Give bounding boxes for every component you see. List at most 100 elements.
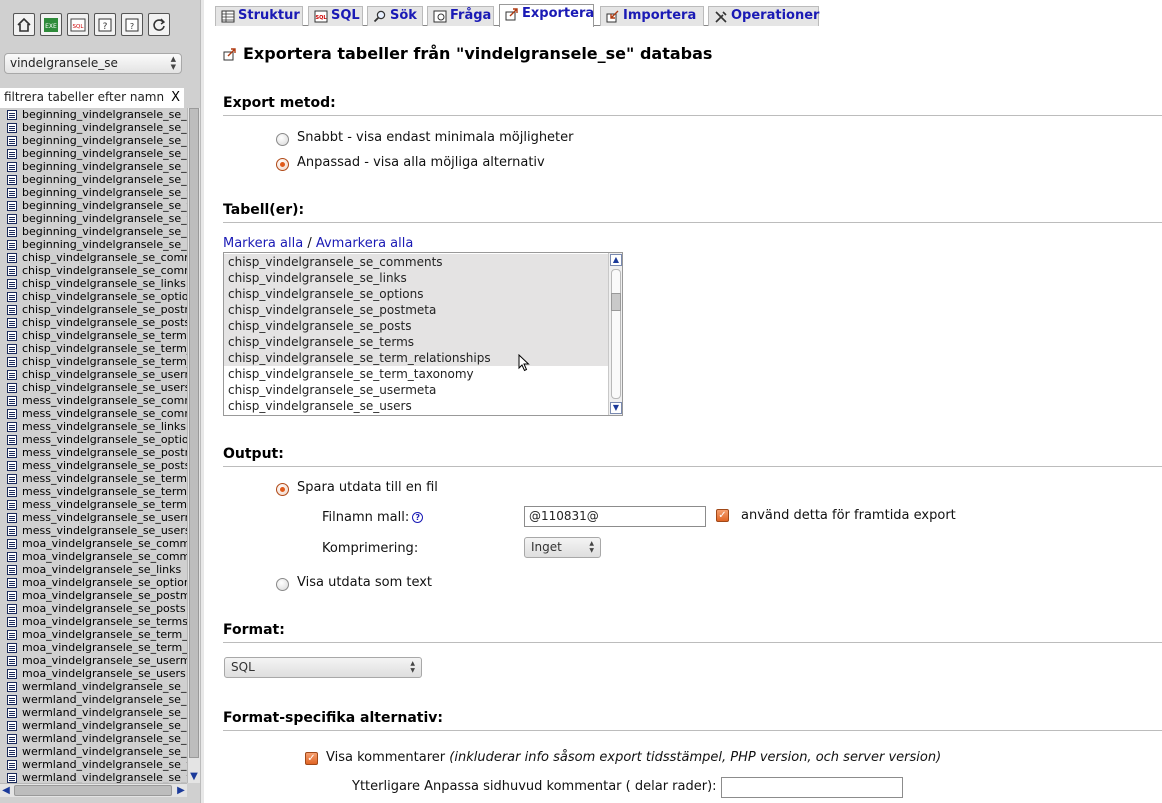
table-name[interactable]: mess_vindelgransele_se_posts	[22, 459, 187, 472]
table-icon[interactable]	[7, 747, 17, 757]
tables-multiselect-scrollbar[interactable]: ▲ ▼	[608, 253, 622, 415]
table-icon[interactable]	[7, 357, 17, 367]
help-icon[interactable]: ?	[121, 13, 143, 36]
filter-clear-button[interactable]: X	[171, 90, 180, 105]
filename-template-input[interactable]: @110831@	[524, 506, 706, 527]
tab-operationer[interactable]: Operationer	[708, 6, 819, 26]
table-name[interactable]: wermland_vindelgransele_se_commentmeta	[22, 680, 187, 693]
table-name[interactable]: mess_vindelgransele_se_term_relationship…	[22, 485, 187, 498]
scrollbar-track[interactable]	[611, 269, 621, 399]
table-name[interactable]: wermland_vindelgransele_se_options	[22, 719, 187, 732]
table-icon[interactable]	[7, 539, 17, 549]
table-icon[interactable]	[7, 110, 17, 120]
table-list-item[interactable]: chisp_vindelgransele_se_options	[0, 290, 187, 303]
table-filter-input[interactable]: filtrera tabeller efter namn X	[0, 88, 184, 108]
table-icon[interactable]	[7, 344, 17, 354]
table-name[interactable]: wermland_vindelgransele_se_links	[22, 706, 187, 719]
table-option[interactable]: chisp_vindelgransele_se_posts	[224, 318, 609, 334]
table-icon[interactable]	[7, 773, 17, 783]
tab-sql[interactable]: SQL SQL	[308, 6, 363, 26]
table-name[interactable]: moa_vindelgransele_se_links	[22, 563, 181, 576]
table-list-item[interactable]: mess_vindelgransele_se_links	[0, 420, 187, 433]
export-quick-label[interactable]: Snabbt - visa endast minimala möjlighete…	[297, 130, 574, 145]
scrollbar-thumb[interactable]	[189, 108, 199, 758]
table-list-item[interactable]: moa_vindelgransele_se_term_relationships	[0, 628, 187, 641]
table-option[interactable]: chisp_vindelgransele_se_terms	[224, 334, 609, 350]
table-name[interactable]: mess_vindelgransele_se_links	[22, 420, 186, 433]
table-list-item[interactable]: chisp_vindelgransele_se_comments	[0, 264, 187, 277]
table-list-item[interactable]: beginning_vindelgransele_se_usermeta	[0, 225, 187, 238]
table-name[interactable]: mess_vindelgransele_se_users	[22, 524, 187, 537]
table-name[interactable]: beginning_vindelgransele_se_commentmeta	[22, 108, 187, 121]
table-name[interactable]: moa_vindelgransele_se_comments	[22, 550, 187, 563]
output-save-file-radio[interactable]	[276, 483, 289, 496]
table-name[interactable]: moa_vindelgransele_se_term_relationships	[22, 628, 187, 641]
table-list-item[interactable]: moa_vindelgransele_se_usermeta	[0, 654, 187, 667]
table-icon[interactable]	[7, 279, 17, 289]
export-custom-label[interactable]: Anpassad - visa alla möjliga alternativ	[297, 155, 545, 170]
table-icon[interactable]	[7, 695, 17, 705]
table-icon[interactable]	[7, 383, 17, 393]
table-icon[interactable]	[7, 370, 17, 380]
table-list-item[interactable]: chisp_vindelgransele_se_commentmeta	[0, 251, 187, 264]
home-icon[interactable]	[13, 13, 35, 36]
export-custom-radio[interactable]	[276, 158, 289, 171]
table-icon[interactable]	[7, 487, 17, 497]
compression-select[interactable]: Inget ▲ ▼	[524, 537, 601, 558]
table-icon[interactable]	[7, 123, 17, 133]
table-name[interactable]: moa_vindelgransele_se_terms	[22, 615, 187, 628]
table-name[interactable]: moa_vindelgransele_se_usermeta	[22, 654, 187, 667]
table-name[interactable]: beginning_vindelgransele_se_term_relatio…	[22, 199, 187, 212]
table-icon[interactable]	[7, 240, 17, 250]
frame-divider[interactable]	[200, 0, 204, 803]
table-icon[interactable]	[7, 409, 17, 419]
docs-icon[interactable]: ?	[94, 13, 116, 36]
table-name[interactable]: moa_vindelgransele_se_users	[22, 667, 186, 680]
table-name[interactable]: chisp_vindelgransele_se_users	[22, 381, 187, 394]
table-icon[interactable]	[7, 305, 17, 315]
table-name[interactable]: mess_vindelgransele_se_usermeta	[22, 511, 187, 524]
table-list-item[interactable]: moa_vindelgransele_se_options	[0, 576, 187, 589]
tab-struktur[interactable]: Struktur	[215, 6, 303, 26]
table-icon[interactable]	[7, 474, 17, 484]
table-list-item[interactable]: mess_vindelgransele_se_commentmeta	[0, 394, 187, 407]
table-icon[interactable]	[7, 422, 17, 432]
table-icon[interactable]	[7, 552, 17, 562]
scroll-right-arrow-icon[interactable]: ▶	[175, 784, 187, 797]
output-save-file-label[interactable]: Spara utdata till en fil	[297, 480, 438, 495]
table-icon[interactable]	[7, 318, 17, 328]
table-list-item[interactable]: chisp_vindelgransele_se_links	[0, 277, 187, 290]
table-name[interactable]: moa_vindelgransele_se_commentmeta	[22, 537, 187, 550]
show-comments-checkbox[interactable]: ✓	[305, 752, 318, 765]
table-list-item[interactable]: beginning_vindelgransele_se_terms	[0, 186, 187, 199]
table-name[interactable]: wermland_vindelgransele_se_postmeta	[22, 732, 187, 745]
table-list-item[interactable]: moa_vindelgransele_se_users	[0, 667, 187, 680]
select-all-link[interactable]: Markera alla	[223, 236, 303, 251]
table-list-item[interactable]: mess_vindelgransele_se_terms	[0, 472, 187, 485]
table-icon[interactable]	[7, 656, 17, 666]
table-name[interactable]: chisp_vindelgransele_se_usermeta	[22, 368, 187, 381]
table-list-item[interactable]: beginning_vindelgransele_se_posts	[0, 173, 187, 186]
table-name[interactable]: chisp_vindelgransele_se_posts	[22, 316, 187, 329]
table-list-horizontal-scrollbar[interactable]: ◀ ▶	[0, 783, 187, 797]
table-icon[interactable]	[7, 565, 17, 575]
table-list-item[interactable]: mess_vindelgransele_se_usermeta	[0, 511, 187, 524]
table-list-item[interactable]: wermland_vindelgransele_se_commentmeta	[0, 680, 187, 693]
table-name[interactable]: chisp_vindelgransele_se_options	[22, 290, 187, 303]
table-icon[interactable]	[7, 708, 17, 718]
table-option[interactable]: chisp_vindelgransele_se_users	[224, 398, 609, 414]
tab-exportera[interactable]: Exportera	[499, 4, 594, 27]
show-comments-label[interactable]: Visa kommentarer (inkluderar info såsom …	[326, 750, 941, 765]
table-list-item[interactable]: wermland_vindelgransele_se_options	[0, 719, 187, 732]
table-name[interactable]: wermland_vindelgransele_se_terms	[22, 758, 187, 771]
table-icon[interactable]	[7, 578, 17, 588]
table-name[interactable]: moa_vindelgransele_se_term_taxonomy	[22, 641, 187, 654]
table-list-item[interactable]: wermland_vindelgransele_se_term_relation…	[0, 771, 187, 783]
table-name[interactable]: chisp_vindelgransele_se_term_taxonomy	[22, 355, 187, 368]
table-name[interactable]: chisp_vindelgransele_se_links	[22, 277, 186, 290]
table-icon[interactable]	[7, 630, 17, 640]
table-option[interactable]: chisp_vindelgransele_se_term_relationshi…	[224, 350, 609, 366]
table-name[interactable]: chisp_vindelgransele_se_term_relationshi…	[22, 342, 187, 355]
scrollbar-thumb[interactable]	[14, 785, 172, 796]
excel-icon[interactable]: EXE	[40, 13, 62, 36]
